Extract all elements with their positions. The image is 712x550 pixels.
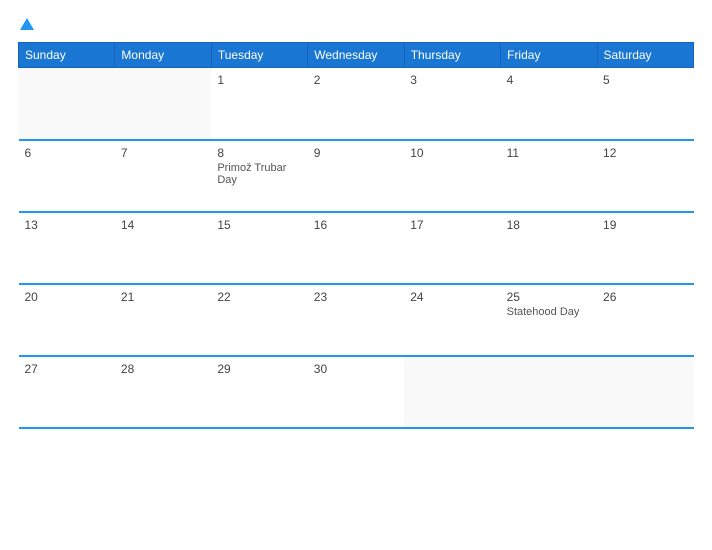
day-number: 26: [603, 290, 687, 304]
calendar-body: 12345678Primož Trubar Day910111213141516…: [19, 68, 694, 428]
weekday-header-thursday: Thursday: [404, 43, 500, 68]
calendar-day-cell: 19: [597, 212, 693, 284]
day-number: 22: [217, 290, 301, 304]
calendar-day-cell: 24: [404, 284, 500, 356]
calendar-day-cell: 30: [308, 356, 404, 428]
day-number: 7: [121, 146, 205, 160]
day-number: 27: [25, 362, 109, 376]
calendar-day-cell: [501, 356, 597, 428]
weekday-header-monday: Monday: [115, 43, 211, 68]
calendar-day-cell: 11: [501, 140, 597, 212]
calendar-header-row: SundayMondayTuesdayWednesdayThursdayFrid…: [19, 43, 694, 68]
weekday-header-sunday: Sunday: [19, 43, 115, 68]
calendar-day-cell: 4: [501, 68, 597, 140]
calendar-day-cell: 26: [597, 284, 693, 356]
day-number: 12: [603, 146, 687, 160]
calendar-day-cell: [19, 68, 115, 140]
day-number: 20: [25, 290, 109, 304]
calendar-week-row: 13 14 15 16 17 18 19: [19, 212, 694, 284]
calendar-day-cell: 1: [211, 68, 307, 140]
day-number: 6: [25, 146, 109, 160]
calendar-day-cell: 7: [115, 140, 211, 212]
calendar-day-cell: 21: [115, 284, 211, 356]
weekday-header-saturday: Saturday: [597, 43, 693, 68]
day-number: 15: [217, 218, 301, 232]
holiday-name: Primož Trubar Day: [217, 162, 301, 186]
calendar-day-cell: 3: [404, 68, 500, 140]
calendar-day-cell: 17: [404, 212, 500, 284]
weekday-header-tuesday: Tuesday: [211, 43, 307, 68]
day-number: 19: [603, 218, 687, 232]
calendar-day-cell: [597, 356, 693, 428]
calendar-day-cell: 27: [19, 356, 115, 428]
day-number: 21: [121, 290, 205, 304]
calendar-day-cell: [404, 356, 500, 428]
calendar-day-cell: 8 Primož Trubar Day: [211, 140, 307, 212]
day-number: 14: [121, 218, 205, 232]
calendar-day-cell: 9: [308, 140, 404, 212]
day-number: 13: [25, 218, 109, 232]
calendar-day-cell: 14: [115, 212, 211, 284]
calendar-header: [18, 18, 694, 32]
day-number: 3: [410, 73, 494, 87]
day-number: 11: [507, 146, 591, 160]
day-number: 2: [314, 73, 398, 87]
calendar-week-row: 27 28 29 30: [19, 356, 694, 428]
calendar-day-cell: 23: [308, 284, 404, 356]
calendar-day-cell: 22: [211, 284, 307, 356]
day-number: 4: [507, 73, 591, 87]
day-number: 25: [507, 290, 591, 304]
logo: [18, 18, 34, 32]
weekday-header-friday: Friday: [501, 43, 597, 68]
calendar-container: SundayMondayTuesdayWednesdayThursdayFrid…: [0, 0, 712, 550]
calendar-table: SundayMondayTuesdayWednesdayThursdayFrid…: [18, 42, 694, 429]
day-number: 16: [314, 218, 398, 232]
day-number: 10: [410, 146, 494, 160]
calendar-week-row: 20 21 22 23 24 25 Statehood Day 26: [19, 284, 694, 356]
calendar-day-cell: 29: [211, 356, 307, 428]
day-number: 9: [314, 146, 398, 160]
day-number: 30: [314, 362, 398, 376]
calendar-day-cell: 13: [19, 212, 115, 284]
calendar-day-cell: 25 Statehood Day: [501, 284, 597, 356]
day-number: 1: [217, 73, 301, 87]
day-number: 23: [314, 290, 398, 304]
calendar-day-cell: [115, 68, 211, 140]
calendar-day-cell: 16: [308, 212, 404, 284]
calendar-day-cell: 6: [19, 140, 115, 212]
calendar-week-row: 678 Primož Trubar Day 9 10 11 12: [19, 140, 694, 212]
calendar-day-cell: 15: [211, 212, 307, 284]
calendar-day-cell: 18: [501, 212, 597, 284]
calendar-day-cell: 2: [308, 68, 404, 140]
day-number: 18: [507, 218, 591, 232]
calendar-day-cell: 28: [115, 356, 211, 428]
calendar-day-cell: 10: [404, 140, 500, 212]
calendar-day-cell: 20: [19, 284, 115, 356]
day-number: 5: [603, 73, 687, 87]
weekday-header-wednesday: Wednesday: [308, 43, 404, 68]
day-number: 24: [410, 290, 494, 304]
logo-triangle-icon: [20, 18, 34, 30]
holiday-name: Statehood Day: [507, 306, 591, 318]
day-number: 17: [410, 218, 494, 232]
calendar-day-cell: 12: [597, 140, 693, 212]
day-number: 28: [121, 362, 205, 376]
calendar-day-cell: 5: [597, 68, 693, 140]
day-number: 8: [217, 146, 301, 160]
day-number: 29: [217, 362, 301, 376]
calendar-week-row: 12345: [19, 68, 694, 140]
